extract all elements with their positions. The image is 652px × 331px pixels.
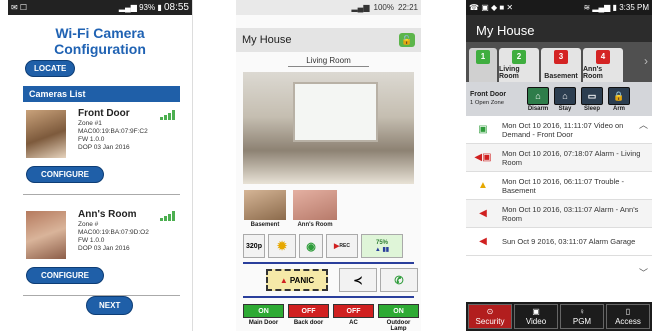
clock: 08:55 <box>163 2 189 13</box>
camera-item[interactable]: Ann's Room Zone # MAC00:19:BA:07:9D:O2 F… <box>23 209 180 261</box>
share-icon[interactable]: ≺ <box>339 268 377 292</box>
event-item[interactable]: ◀▣ Mon Oct 10 2016, 07:18:07 Alarm - Livi… <box>466 144 652 172</box>
house-title: My House <box>242 34 292 46</box>
house-title: My House <box>466 15 652 42</box>
output-outdoor-lamp[interactable]: ON Outdoor Lamp <box>378 304 419 331</box>
wifi-signal-icon <box>160 211 178 221</box>
unlock-icon[interactable]: 🔓 <box>399 33 415 47</box>
room-thumbnail[interactable]: Basement <box>244 190 286 228</box>
alarm-icon: ◀ <box>479 208 487 219</box>
battery-level: 93% <box>139 3 156 12</box>
video-icon: ▣ <box>478 124 488 135</box>
camera-config-screen: ✉ ☐ ▂▄▆ 93% ▮ 08:55 Wi-Fi Camera Configu… <box>8 0 193 331</box>
stay-button[interactable]: ⌂ Stay <box>554 86 576 112</box>
camera-mac: MAC00:19:BA:07:9D:O2 <box>78 229 149 236</box>
camera-dop: DOP 03 Jan 2016 <box>78 245 130 252</box>
house-view-screen: ▂▄▆ 100% 22:21 My House 🔓 Living Room Ba… <box>236 0 421 331</box>
status-bar: ▂▄▆ 100% 22:21 <box>236 0 421 15</box>
arm-mode-bar: Front Door 1 Open Zone ⌂ Disarm ⌂ Stay ▭ Sle… <box>466 82 652 116</box>
divider <box>23 194 180 195</box>
signal-icon: ▂▄▆ <box>118 3 137 12</box>
alarm-icon: ◀ <box>479 236 487 247</box>
camera-item[interactable]: Front Door Zone #1 MAC00:19:BA:07:9F:C2 … <box>23 108 180 160</box>
room-selector[interactable]: Living Room <box>236 56 421 67</box>
tab-living-room[interactable]: 2 Living Room <box>499 48 539 82</box>
wifi-signal-icon <box>160 110 178 120</box>
wifi-icon: ≋ ▂▄▆ ▮ <box>583 3 617 12</box>
status-bar: ☎ ▣ ◆ ■ ✕ ≋ ▂▄▆ ▮ 3:35 PM <box>466 0 652 15</box>
signal-icon: ▂▄▆ <box>351 3 370 12</box>
output-ac[interactable]: OFF AC <box>333 304 374 331</box>
camera-zone: Zone #1 <box>78 120 102 127</box>
tab-basement[interactable]: 3 Basement <box>541 48 581 82</box>
alarm-video-icon: ◀▣ <box>474 152 492 163</box>
resolution-button[interactable]: 320p <box>243 234 265 258</box>
disarm-button[interactable]: ⌂ Disarm <box>527 86 549 112</box>
volume-icon[interactable]: ◉ <box>299 234 323 258</box>
tab-partition-1[interactable]: 1 <box>469 48 497 82</box>
camera-thumbnail <box>26 110 66 158</box>
camera-thumbnail <box>26 211 66 259</box>
security-screen: ☎ ▣ ◆ ■ ✕ ≋ ▂▄▆ ▮ 3:35 PM My House 1 2 Li… <box>466 0 652 331</box>
record-button[interactable]: ▶ REC <box>326 234 358 258</box>
nav-security[interactable]: ⊙ Security <box>468 304 512 329</box>
nav-pgm[interactable]: ♀ PGM <box>560 304 604 329</box>
output-main-door[interactable]: ON Main Door <box>243 304 284 331</box>
nav-video[interactable]: ▣ Video <box>514 304 558 329</box>
chevron-down-icon[interactable]: ﹀ <box>639 266 648 279</box>
phone-icon[interactable]: ✆ <box>380 268 418 292</box>
page-title: Wi-Fi Camera Configuration <box>54 25 146 57</box>
locate-button[interactable]: LOCATE <box>25 60 76 77</box>
chevron-up-icon[interactable]: ︿ <box>639 118 648 131</box>
clock: 22:21 <box>397 3 418 12</box>
tab-anns-room[interactable]: 4 Ann's Room <box>583 48 623 82</box>
event-item[interactable]: ◀ Sun Oct 9 2016, 03:11:07 Alarm Garage <box>466 228 652 256</box>
camera-fw: FW 1.0.0 <box>78 237 105 244</box>
room-thumbnail[interactable]: Ann's Room <box>293 190 337 228</box>
clock: 3:35 PM <box>619 3 649 12</box>
brightness-icon[interactable]: ✹ <box>268 234 296 258</box>
header: My House 🔓 <box>236 28 421 52</box>
next-button[interactable]: NEXT <box>86 296 134 315</box>
configure-button[interactable]: CONFIGURE <box>26 267 104 284</box>
camera-mac: MAC00:19:BA:07:9F:C2 <box>78 128 148 135</box>
event-log: ▣ Mon Oct 10 2016, 11:11:07 Video on Dema… <box>466 116 652 284</box>
chevron-right-icon[interactable]: › <box>644 54 648 68</box>
panic-button[interactable]: ▲ PANIC <box>266 269 328 291</box>
notification-icon: ✉ ☐ <box>11 3 28 12</box>
nav-access[interactable]: ▯ Access <box>606 304 650 329</box>
event-item[interactable]: ▣ Mon Oct 10 2016, 11:11:07 Video on Dema… <box>466 116 652 144</box>
notification-icons: ☎ ▣ ◆ ■ ✕ <box>469 3 514 12</box>
sleep-button[interactable]: ▭ Sleep <box>581 86 603 112</box>
camera-live-view[interactable] <box>243 72 414 184</box>
audio-level[interactable]: 75% ▲ ▮▮ <box>361 234 403 258</box>
battery-level: 100% <box>373 3 394 12</box>
cameras-list-header: Cameras List <box>23 86 180 102</box>
camera-name: Front Door <box>78 108 130 119</box>
status-bar: ✉ ☐ ▂▄▆ 93% ▮ 08:55 <box>8 0 192 15</box>
output-back-door[interactable]: OFF Back door <box>288 304 329 331</box>
warning-icon: ▲ <box>279 275 288 285</box>
event-item[interactable]: ▲ Mon Oct 10 2016, 06:11:07 Trouble - Bas… <box>466 172 652 200</box>
camera-dop: DOP 03 Jan 2016 <box>78 144 130 151</box>
camera-zone: Zone # <box>78 221 99 228</box>
room-name: Living Room <box>288 56 369 67</box>
partition-status[interactable]: Front Door 1 Open Zone <box>470 91 522 107</box>
camera-name: Ann's Room <box>78 209 137 220</box>
warning-icon: ▲ <box>478 180 488 191</box>
event-item[interactable]: ◀ Mon Oct 10 2016, 03:11:07 Alarm - Ann's… <box>466 200 652 228</box>
partition-tabs: 1 2 Living Room 3 Basement 4 Ann's Room › <box>466 42 652 82</box>
camera-fw: FW 1.0.0 <box>78 136 105 143</box>
bottom-nav: ⊙ Security ▣ Video ♀ PGM ▯ Access <box>466 302 652 331</box>
arm-button[interactable]: 🔒 Arm <box>608 86 630 112</box>
configure-button[interactable]: CONFIGURE <box>26 166 104 183</box>
